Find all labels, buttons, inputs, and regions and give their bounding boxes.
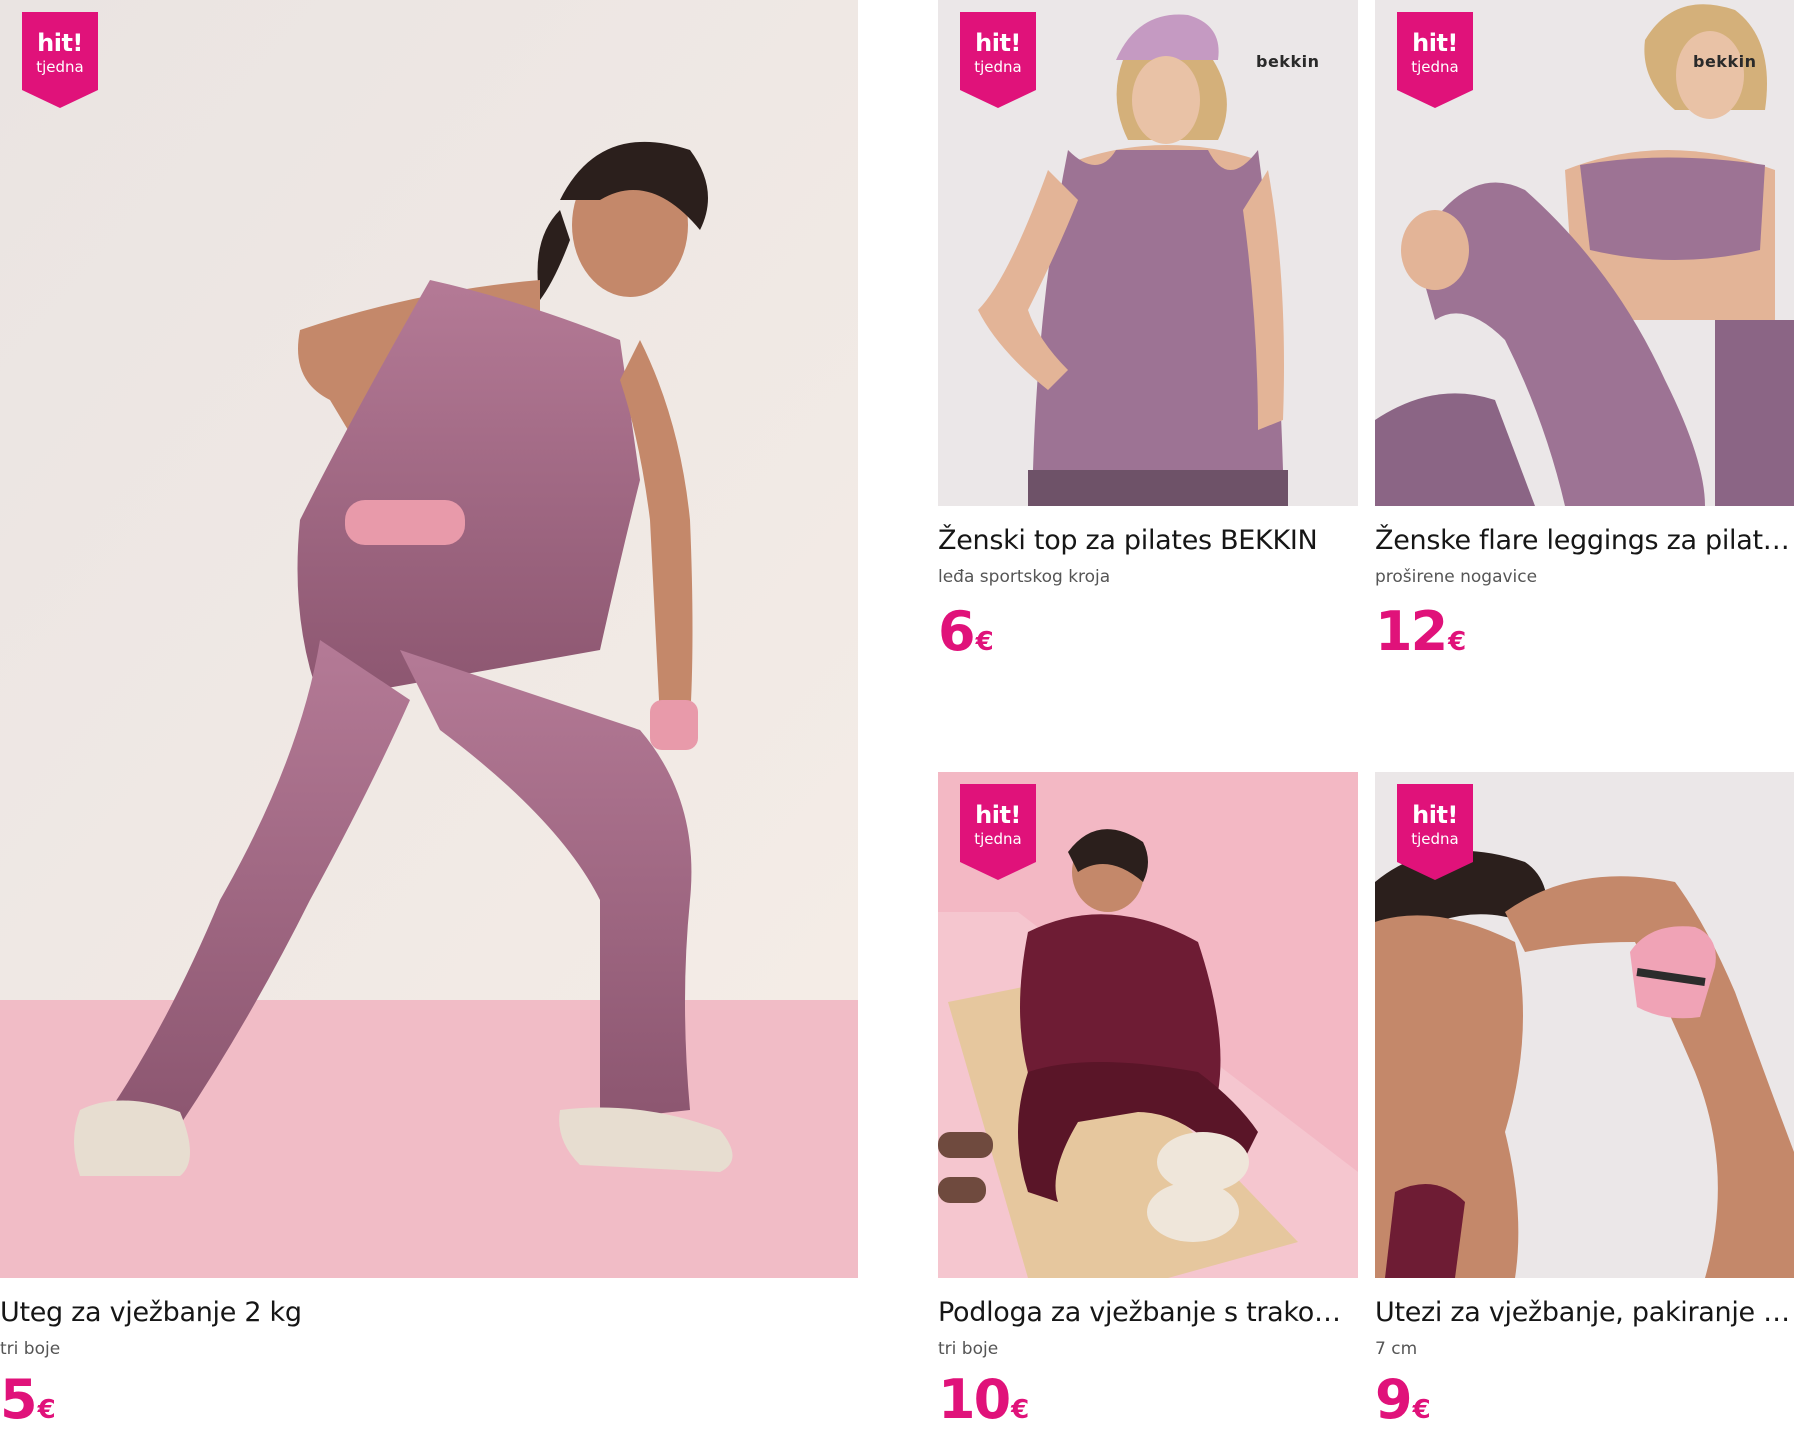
hit-badge: hit! tjedna: [22, 12, 98, 108]
product-image-dumbbell[interactable]: hit! tjedna: [0, 0, 858, 1278]
badge-week-label: tjedna: [1411, 58, 1459, 76]
price-amount: 9: [1375, 1368, 1413, 1431]
badge-hit-label: hit!: [975, 29, 1021, 57]
product-price: 6€: [938, 604, 994, 660]
product-title[interactable]: Podloga za vježbanje s trakom...: [938, 1296, 1358, 1330]
price-currency: €: [975, 627, 994, 657]
product-image-top[interactable]: hit! tjedna bekkin: [938, 0, 1358, 506]
product-title[interactable]: Uteg za vježbanje 2 kg: [0, 1296, 858, 1330]
product-subtitle: tri boje: [0, 1339, 61, 1359]
product-subtitle: proširene nogavice: [1375, 567, 1538, 587]
product-card-wrist-weights[interactable]: hit! tjedna Utezi za vježbanje, pakiranj…: [1375, 772, 1794, 1428]
product-card-top[interactable]: hit! tjedna bekkin Ženski top za pilates…: [938, 0, 1358, 680]
product-price: 12€: [1375, 604, 1466, 660]
price-amount: 12: [1375, 600, 1448, 663]
price-currency: €: [1011, 1395, 1030, 1425]
price-currency: €: [1448, 627, 1467, 657]
bekkin-logo: bekkin: [1256, 52, 1320, 71]
hit-badge: hit! tjedna: [960, 12, 1036, 108]
product-price: 9€: [1375, 1372, 1431, 1428]
woman-exercising-photo: [0, 0, 858, 1278]
price-amount: 5: [0, 1368, 38, 1431]
product-image-wrist-weights[interactable]: hit! tjedna: [1375, 772, 1794, 1278]
product-image-leggings[interactable]: hit! tjedna bekkin: [1375, 0, 1794, 506]
product-title[interactable]: Ženske flare leggings za pilate...: [1375, 524, 1794, 558]
product-title[interactable]: Utezi za vježbanje, pakiranje o...: [1375, 1296, 1794, 1330]
product-image-mat[interactable]: hit! tjedna: [938, 772, 1358, 1278]
product-subtitle: leđa sportskog kroja: [938, 567, 1111, 587]
badge-week-label: tjedna: [974, 58, 1022, 76]
hit-badge: hit! tjedna: [1397, 784, 1473, 880]
bekkin-logo: bekkin: [1693, 52, 1757, 71]
badge-hit-label: hit!: [37, 29, 83, 57]
price-currency: €: [37, 1395, 56, 1425]
price-currency: €: [1412, 1395, 1431, 1425]
badge-week-label: tjedna: [974, 830, 1022, 848]
price-amount: 6: [938, 600, 976, 663]
badge-hit-label: hit!: [975, 801, 1021, 829]
product-price: 10€: [938, 1372, 1029, 1428]
badge-hit-label: hit!: [1412, 29, 1458, 57]
badge-hit-label: hit!: [1412, 801, 1458, 829]
product-title[interactable]: Ženski top za pilates BEKKIN: [938, 524, 1358, 558]
product-card-mat[interactable]: hit! tjedna Podloga za vježbanje s trako…: [938, 772, 1358, 1428]
product-card-dumbbell[interactable]: hit! tjedna Uteg za vježbanje 2 kg tri b…: [0, 0, 858, 1428]
product-subtitle: 7 cm: [1375, 1339, 1418, 1359]
hit-badge: hit! tjedna: [1397, 12, 1473, 108]
price-amount: 10: [938, 1368, 1011, 1431]
badge-week-label: tjedna: [1411, 830, 1459, 848]
product-card-leggings[interactable]: hit! tjedna bekkin Ženske flare leggings…: [1375, 0, 1794, 680]
product-subtitle: tri boje: [938, 1339, 999, 1359]
badge-week-label: tjedna: [36, 58, 84, 76]
hit-badge: hit! tjedna: [960, 784, 1036, 880]
product-price: 5€: [0, 1372, 56, 1428]
